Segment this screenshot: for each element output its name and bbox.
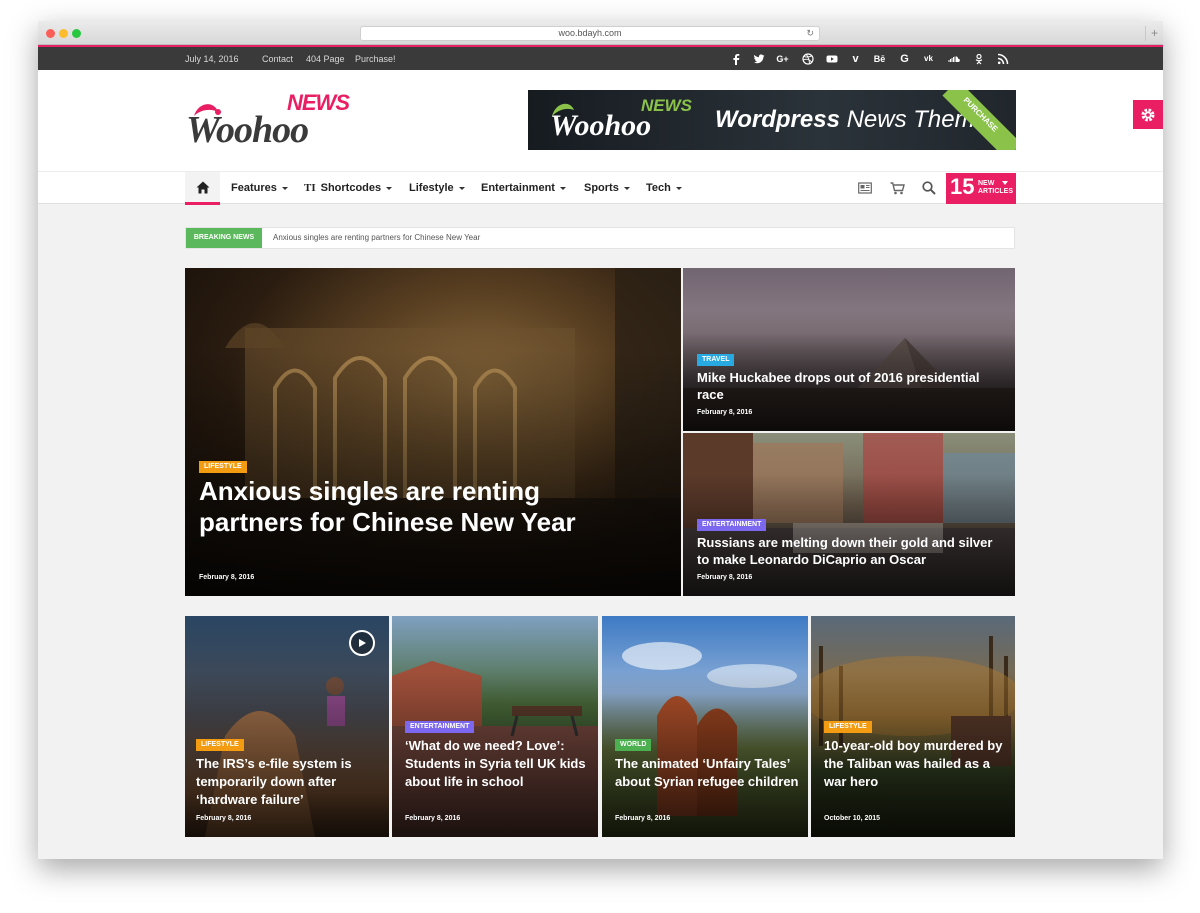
chevron-down-icon: [559, 186, 566, 190]
gear-icon: [1141, 108, 1155, 121]
reload-icon[interactable]: ↻: [806, 27, 814, 40]
nav-item-shortcodes-label: Shortcodes: [320, 182, 382, 194]
banner-tagline: Wordpress News Theme: [715, 106, 988, 134]
chevron-down-icon: [281, 186, 288, 190]
text-size-icon: TI: [304, 182, 316, 194]
grid-article-2[interactable]: ENTERTAINMENT ‘What do we need? Love’: S…: [392, 616, 598, 837]
breaking-news-label: BREAKING NEWS: [186, 228, 262, 248]
new-articles-button[interactable]: 15 NEW ARTICLES: [946, 173, 1016, 204]
nav-item-features[interactable]: Features: [231, 172, 288, 205]
article-title[interactable]: 10-year-old boy murdered by the Taliban …: [824, 737, 1009, 791]
nav-item-sports[interactable]: Sports: [584, 172, 630, 205]
article-title[interactable]: Russians are melting down their gold and…: [697, 534, 1002, 568]
home-icon: [196, 181, 209, 193]
article-date: February 8, 2016: [405, 815, 461, 822]
top-bar: July 14, 2016 Contact 404 Page Purchase!…: [38, 47, 1163, 70]
nav-item-entertainment[interactable]: Entertainment: [481, 172, 566, 205]
cart-icon[interactable]: [889, 180, 905, 196]
odnoklassniki-icon[interactable]: [972, 52, 985, 65]
banner-logo-main: Woohoo: [550, 109, 652, 142]
facebook-icon[interactable]: [729, 52, 742, 65]
chevron-down-icon: [458, 186, 465, 190]
article-date: February 8, 2016: [199, 574, 255, 581]
article-date: February 8, 2016: [697, 409, 753, 416]
new-tab-button[interactable]: +: [1145, 26, 1163, 41]
category-tag[interactable]: LIFESTYLE: [196, 739, 244, 751]
maximize-window-button[interactable]: [72, 29, 81, 38]
featured-main-article[interactable]: LIFESTYLE Anxious singles are renting pa…: [185, 268, 681, 596]
grid-article-4[interactable]: LIFESTYLE 10-year-old boy murdered by th…: [811, 616, 1015, 837]
category-tag[interactable]: LIFESTYLE: [199, 461, 247, 473]
vimeo-icon[interactable]: v: [849, 52, 862, 65]
site-logo[interactable]: NEWS Woohoo: [184, 88, 354, 156]
nav-item-shortcodes[interactable]: TI Shortcodes: [304, 172, 393, 205]
topbar-link-contact[interactable]: Contact: [262, 54, 293, 64]
category-tag[interactable]: WORLD: [615, 739, 652, 751]
article-date: February 8, 2016: [196, 815, 252, 822]
main-navigation: Features TI Shortcodes Lifestyle Entertai…: [38, 171, 1163, 205]
nav-item-sports-label: Sports: [584, 182, 619, 194]
close-window-button[interactable]: [46, 29, 55, 38]
grid-article-1[interactable]: LIFESTYLE The IRS’s e-file system is tem…: [185, 616, 389, 837]
grid-article-3[interactable]: WORLD The animated ‘Unfairy Tales’ about…: [602, 616, 808, 837]
google-icon[interactable]: G: [898, 52, 911, 65]
image-overlay: [185, 350, 681, 596]
nav-item-lifestyle[interactable]: Lifestyle: [409, 172, 465, 205]
article-title[interactable]: ‘What do we need? Love’: Students in Syr…: [405, 737, 590, 791]
minimize-window-button[interactable]: [59, 29, 68, 38]
chevron-down-icon: [386, 186, 393, 190]
breaking-news-headline[interactable]: Anxious singles are renting partners for…: [273, 228, 480, 248]
rss-icon[interactable]: [996, 52, 1009, 65]
topbar-link-purchase[interactable]: Purchase!: [355, 54, 396, 64]
header-banner-ad[interactable]: NEWS Woohoo Wordpress News Theme PURCHAS…: [528, 90, 1016, 150]
topbar-link-404[interactable]: 404 Page: [306, 54, 345, 64]
featured-side-article-1[interactable]: TRAVEL Mike Huckabee drops out of 2016 p…: [683, 268, 1015, 431]
browser-window: woo.bdayh.com ↻ + July 14, 2016 Contact …: [38, 21, 1163, 859]
soundcloud-icon[interactable]: [947, 52, 960, 65]
article-date: February 8, 2016: [697, 574, 753, 581]
article-title[interactable]: The IRS’s e-file system is temporarily d…: [196, 755, 381, 809]
category-tag[interactable]: ENTERTAINMENT: [697, 519, 767, 531]
article-title[interactable]: The animated ‘Unfairy Tales’ about Syria…: [615, 755, 800, 791]
breaking-news-bar: BREAKING NEWS Anxious singles are rentin…: [185, 227, 1015, 249]
chevron-down-icon: [1002, 181, 1008, 185]
google-plus-icon[interactable]: G+: [776, 52, 789, 65]
logo-main-text: Woohoo: [186, 109, 309, 151]
chevron-down-icon: [675, 186, 682, 190]
dribbble-icon[interactable]: [801, 52, 814, 65]
play-video-button[interactable]: [349, 630, 375, 656]
site-header: NEWS Woohoo NEWS Woohoo Wordpress News T…: [38, 70, 1163, 171]
nav-item-tech[interactable]: Tech: [646, 172, 682, 205]
new-articles-count: 15: [950, 174, 975, 199]
article-date: October 10, 2015: [824, 815, 881, 822]
url-text: woo.bdayh.com: [558, 28, 622, 38]
nav-home[interactable]: [185, 172, 220, 205]
play-icon: [359, 639, 366, 647]
behance-icon[interactable]: Bē: [873, 52, 886, 65]
current-date: July 14, 2016: [185, 54, 239, 64]
chevron-down-icon: [623, 186, 630, 190]
article-date: February 8, 2016: [615, 815, 671, 822]
twitter-icon[interactable]: [752, 52, 765, 65]
featured-side-article-2[interactable]: ENTERTAINMENT Russians are melting down …: [683, 433, 1015, 596]
category-tag[interactable]: LIFESTYLE: [824, 721, 872, 733]
new-articles-label-1: NEW: [978, 180, 995, 187]
new-articles-label-2: ARTICLES: [978, 188, 1013, 195]
nav-item-lifestyle-label: Lifestyle: [409, 182, 454, 194]
address-bar[interactable]: woo.bdayh.com ↻: [360, 26, 820, 41]
newspaper-icon[interactable]: [857, 180, 873, 196]
category-tag[interactable]: TRAVEL: [697, 354, 735, 366]
category-tag[interactable]: ENTERTAINMENT: [405, 721, 475, 733]
settings-gear-button[interactable]: [1133, 100, 1163, 129]
article-title[interactable]: Mike Huckabee drops out of 2016 presiden…: [697, 369, 987, 403]
search-icon[interactable]: [921, 180, 937, 196]
vk-icon[interactable]: vk: [922, 52, 935, 65]
nav-item-tech-label: Tech: [646, 182, 671, 194]
browser-toolbar: woo.bdayh.com ↻ +: [38, 21, 1163, 45]
nav-item-entertainment-label: Entertainment: [481, 182, 555, 194]
article-title[interactable]: Anxious singles are renting partners for…: [199, 476, 619, 538]
youtube-icon[interactable]: [825, 52, 838, 65]
banner-tagline-bold: Wordpress: [715, 106, 840, 133]
nav-item-features-label: Features: [231, 182, 277, 194]
